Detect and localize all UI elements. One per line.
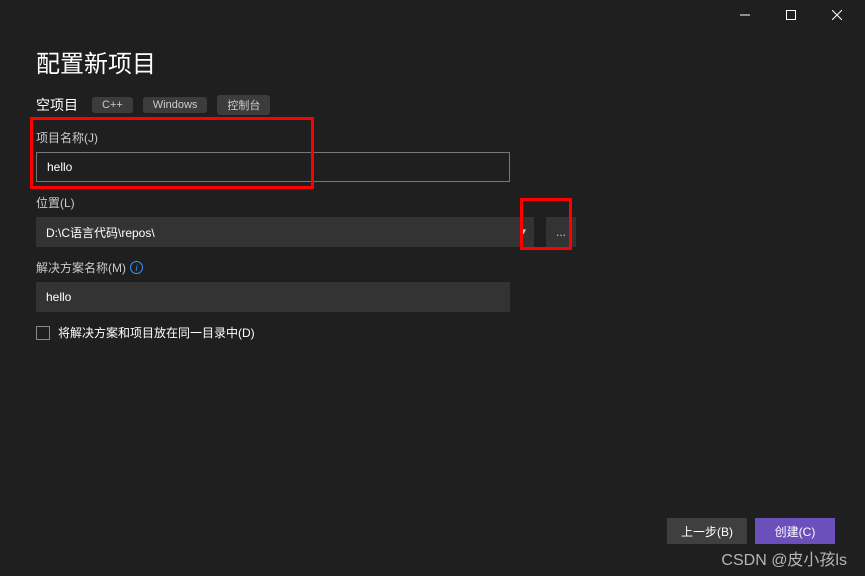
project-name-input[interactable] (36, 152, 510, 182)
location-label: 位置(L) (36, 194, 829, 211)
solution-name-field: 解决方案名称(M) i (36, 259, 829, 312)
close-button[interactable] (815, 1, 859, 29)
ellipsis-icon: ... (556, 225, 566, 239)
maximize-button[interactable] (769, 1, 813, 29)
tag-cpp: C++ (92, 97, 133, 113)
location-select-wrap: ▾ (36, 217, 534, 247)
close-icon (832, 10, 842, 20)
watermark: CSDN @皮小孩ls (721, 546, 847, 570)
footer-buttons: 上一步(B) 创建(C) (667, 518, 835, 544)
solution-name-label-text: 解决方案名称(M) (36, 259, 126, 276)
minimize-button[interactable] (723, 1, 767, 29)
browse-button[interactable]: ... (546, 217, 576, 247)
template-name: 空项目 (36, 95, 78, 115)
location-field: 位置(L) ▾ ... (36, 194, 829, 247)
location-input[interactable] (36, 217, 534, 247)
create-button[interactable]: 创建(C) (755, 518, 835, 544)
page-title: 配置新项目 (0, 30, 865, 87)
tag-windows: Windows (143, 97, 208, 113)
titlebar (0, 0, 865, 30)
maximize-icon (786, 10, 796, 20)
same-directory-row: 将解决方案和项目放在同一目录中(D) (36, 324, 829, 341)
project-name-label: 项目名称(J) (36, 129, 829, 146)
form-area: 项目名称(J) 位置(L) ▾ ... 解决方案名称(M) i 将解决方案和项目… (0, 129, 865, 341)
subtitle-row: 空项目 C++ Windows 控制台 (0, 87, 865, 129)
solution-name-label: 解决方案名称(M) i (36, 259, 829, 276)
same-directory-checkbox[interactable] (36, 326, 50, 340)
same-directory-label: 将解决方案和项目放在同一目录中(D) (58, 324, 255, 341)
solution-name-input[interactable] (36, 282, 510, 312)
info-icon[interactable]: i (130, 261, 143, 274)
tag-console: 控制台 (217, 95, 270, 115)
back-button[interactable]: 上一步(B) (667, 518, 747, 544)
project-name-field: 项目名称(J) (36, 129, 829, 182)
minimize-icon (740, 10, 750, 20)
